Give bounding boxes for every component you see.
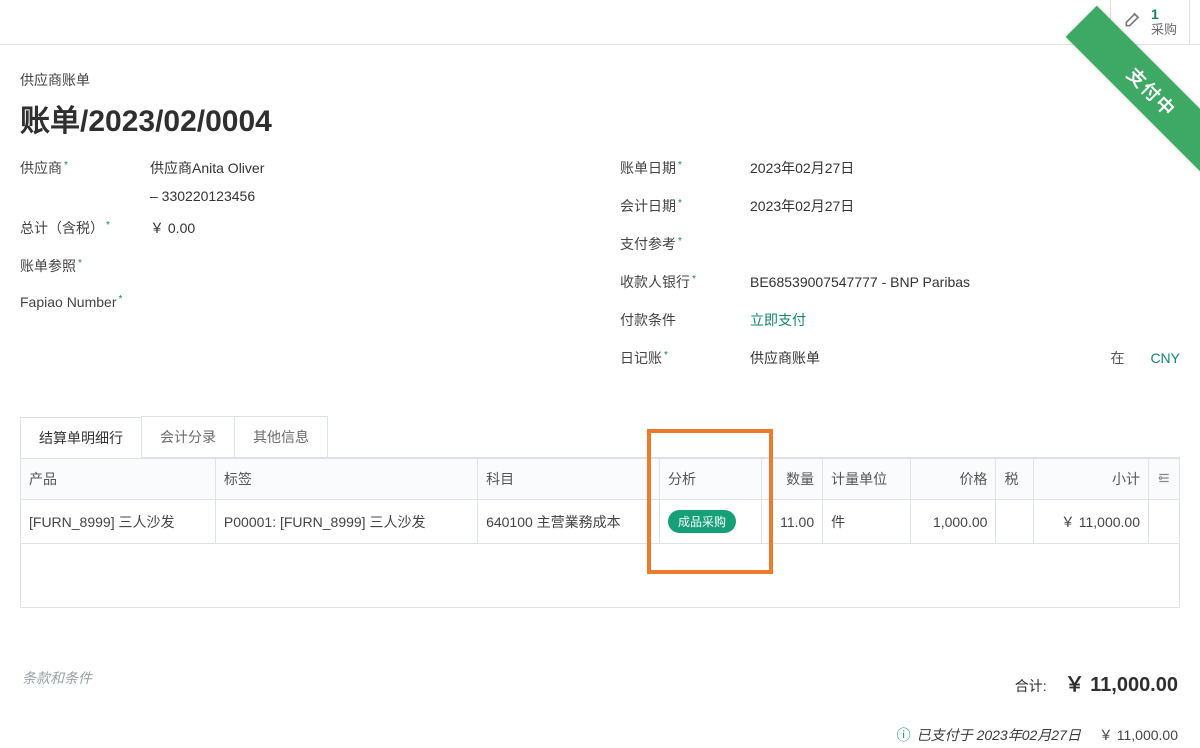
acc-date-label: 会计日期 [620, 196, 750, 216]
col-price: 价格 [910, 459, 996, 500]
billref-label: 账单参照 [20, 256, 150, 276]
total-value: ￥ 0.00 [150, 218, 580, 238]
col-label: 标签 [215, 459, 477, 500]
payref-label: 支付参考 [620, 234, 750, 254]
tab-journal-items[interactable]: 会计分录 [141, 416, 235, 457]
col-analytic: 分析 [659, 459, 761, 500]
edit-icon [1123, 9, 1143, 35]
cell-price[interactable]: 1,000.00 [910, 500, 996, 544]
vendor-sub: – 330220123456 [150, 188, 580, 204]
vendor-value[interactable]: 供应商Anita Oliver [150, 158, 580, 178]
settings-icon [1157, 471, 1171, 485]
cell-label[interactable]: P00001: [FURN_8999] 三人沙发 [215, 500, 477, 544]
cell-options [1149, 500, 1180, 544]
col-product: 产品 [21, 459, 216, 500]
paid-date: 2023年02月27日 [977, 727, 1081, 743]
journal-value[interactable]: 供应商账单 [750, 348, 820, 368]
col-uom: 计量单位 [823, 459, 911, 500]
journal-currency[interactable]: CNY [1150, 350, 1180, 366]
tabs: 结算单明细行 会计分录 其他信息 [20, 416, 1180, 458]
bill-date-label: 账单日期 [620, 158, 750, 178]
total-label: 总计（含税） [20, 218, 150, 238]
acc-date-value[interactable]: 2023年02月27日 [750, 196, 1180, 216]
breadcrumb: 供应商账单 [20, 70, 1180, 90]
paid-line[interactable]: ⓘ 已支付于 2023年02月27日 ￥ 11,000.00 [897, 725, 1178, 745]
fapiao-label: Fapiao Number [20, 294, 150, 310]
empty-row [21, 544, 1180, 608]
terms-placeholder[interactable]: 条款和条件 [22, 668, 92, 688]
bank-value[interactable]: BE68539007547777 - BNP Paribas [750, 274, 1180, 290]
cell-tax[interactable] [996, 500, 1033, 544]
invoice-lines-table: 产品 标签 科目 分析 数量 计量单位 价格 税 小计 [FURN_8999] … [20, 458, 1180, 608]
purchase-stat-button[interactable]: 1 采购 [1110, 0, 1190, 44]
cell-analytic[interactable]: 成品采购 [659, 500, 761, 544]
payterm-value[interactable]: 立即支付 [750, 310, 1180, 330]
vendor-label: 供应商 [20, 158, 150, 178]
bank-label: 收款人银行 [620, 272, 750, 292]
form-right-column: 账单日期 2023年02月27日 会计日期 2023年02月27日 支付参考 收… [620, 158, 1180, 386]
bill-date-value[interactable]: 2023年02月27日 [750, 158, 1180, 178]
col-subtotal: 小计 [1033, 459, 1148, 500]
top-stat-bar: 1 采购 [0, 0, 1200, 45]
col-account: 科目 [478, 459, 660, 500]
paid-prefix: 已支付于 [917, 727, 973, 743]
journal-label: 日记账 [620, 348, 750, 368]
cell-subtotal: ￥ 11,000.00 [1033, 500, 1148, 544]
col-tax: 税 [996, 459, 1033, 500]
table-row[interactable]: [FURN_8999] 三人沙发 P00001: [FURN_8999] 三人沙… [21, 500, 1180, 544]
analytic-tag[interactable]: 成品采购 [668, 510, 736, 533]
cell-account[interactable]: 640100 主营業務成本 [478, 500, 660, 544]
purchase-label: 采购 [1151, 23, 1177, 37]
cell-product[interactable]: [FURN_8999] 三人沙发 [21, 500, 216, 544]
tab-other-info[interactable]: 其他信息 [234, 416, 328, 457]
col-qty: 数量 [761, 459, 822, 500]
cell-qty[interactable]: 11.00 [761, 500, 822, 544]
info-icon: ⓘ [897, 725, 911, 745]
grand-total-label: 合计: [1015, 678, 1047, 694]
grand-total-value: ￥ 11,000.00 [1065, 674, 1178, 696]
grand-total: 合计: ￥ 11,000.00 [897, 668, 1178, 697]
paid-amount: ￥ 11,000.00 [1099, 725, 1178, 745]
page-title: 账单/2023/02/0004 [20, 96, 1180, 140]
tab-invoice-lines[interactable]: 结算单明细行 [20, 417, 142, 458]
col-options[interactable] [1149, 459, 1180, 500]
cell-uom[interactable]: 件 [823, 500, 911, 544]
journal-in-label: 在 [1110, 348, 1124, 368]
payterm-label: 付款条件 [620, 310, 750, 330]
purchase-count: 1 [1151, 7, 1177, 22]
form-left-column: 供应商 供应商Anita Oliver – 330220123456 总计（含税… [20, 158, 580, 386]
